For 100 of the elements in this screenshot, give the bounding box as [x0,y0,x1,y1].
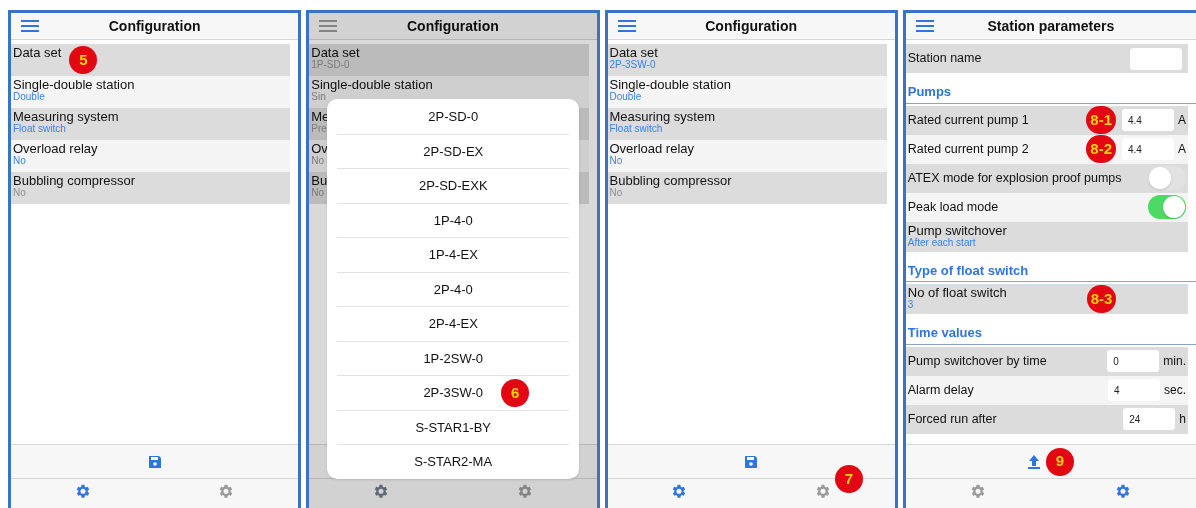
screen-title: Configuration [407,16,499,36]
dropdown-option[interactable]: 2P-3SW-0 [423,383,484,403]
row-label: Bubbling compressor [13,174,136,187]
callout-badge: 7 [834,465,863,493]
row-value: No [311,156,326,166]
gear-icon[interactable] [516,484,533,500]
gear-icon[interactable] [1115,484,1132,500]
row-label: Single-double station [13,78,135,91]
row-label: Pump switchover [907,223,1007,237]
menu-icon[interactable] [617,18,636,34]
menu-icon[interactable] [21,18,39,34]
row-value: No [13,188,26,198]
row-value: Float switch [609,124,663,134]
row-value: Float switch [13,124,66,134]
settings-row[interactable]: Overload relay No [11,140,291,172]
settings-row[interactable]: Measuring system Float switch [11,108,291,140]
callout-badge: 6 [501,379,530,407]
dropdown-option[interactable]: 2P-4-0 [433,279,473,299]
row-value: Double [609,92,642,102]
settings-row[interactable]: Single-double station Double [11,76,291,108]
row-value: Sin [311,92,326,102]
gear-icon[interactable] [218,484,235,500]
row-label: Bubbling compressor [609,174,732,187]
save-icon[interactable] [147,454,162,469]
row-label: Data set [609,46,658,59]
toggle-switch[interactable] [1148,166,1186,190]
section-heading: Time values [905,323,1196,345]
toggle-switch[interactable] [1148,195,1186,219]
screen-title: Station parameters [987,16,1115,36]
gear-icon[interactable] [74,484,91,500]
settings-row[interactable]: Measuring system Float switch [607,108,887,140]
dropdown-option[interactable]: 1P-4-EX [428,245,478,265]
callout-badge: 8-1 [1086,106,1116,134]
gear-icon[interactable] [671,484,688,500]
unit-label: sec. [1164,382,1186,399]
dropdown-option[interactable]: 1P-4-0 [433,210,473,230]
row-label: Rated current pump 2 [907,140,1030,158]
settings-row[interactable]: Data set 5 [11,44,291,76]
row-value: 2P-3SW-0 [609,60,657,70]
row-value: 3 [907,300,915,310]
screen-title: Configuration [705,16,797,36]
row-label: Station name [907,50,983,68]
dropdown-option[interactable]: 2P-SD-EX [423,141,484,161]
menu-icon[interactable] [915,18,934,34]
row-label: Bu [311,174,328,187]
screen-title: Configuration [108,16,201,36]
input-field[interactable]: 0 [1107,350,1160,372]
callout-badge: 8-3 [1086,285,1117,313]
row-label: Data set [311,46,360,59]
settings-row[interactable]: Overload relay No [607,140,887,172]
unit-label: A [1178,141,1186,158]
row-label: Rated current pump 1 [907,111,1030,129]
dropdown-option[interactable]: 2P-SD-EXK [418,176,488,196]
gear-icon[interactable] [373,484,390,500]
row-label: Peak load mode [907,198,1000,216]
row-label: Measuring system [609,110,715,123]
input-field[interactable]: 4.4 [1122,109,1174,131]
row-label: Overload relay [609,142,695,155]
row-label: Data set [13,46,62,59]
dropdown-option[interactable]: S-STAR2-MA [414,452,493,472]
unit-label: min. [1163,353,1186,370]
menu-icon[interactable] [319,18,338,34]
dropdown-option[interactable]: 1P-2SW-0 [423,348,484,368]
input-field[interactable]: 4 [1108,379,1160,401]
upload-icon[interactable] [1027,454,1040,469]
row-value: Pre [311,124,328,134]
row-value: No [311,188,326,198]
row-label: ATEX mode for explosion proof pumps [907,169,1123,187]
unit-label: A [1178,112,1186,129]
row-label: Ov [311,142,328,155]
section-heading: Pumps [905,82,1196,104]
callout-badge: 5 [69,46,98,74]
row-value: Double [13,92,45,102]
settings-row[interactable]: Pump switchover After each start [905,221,1188,252]
row-value: No [609,156,624,166]
row-label: Single-double station [311,78,433,91]
settings-row[interactable]: Data set 2P-3SW-0 [607,44,887,76]
settings-row[interactable]: Single-double station Double [607,76,887,108]
row-label: Single-double station [609,78,731,91]
unit-label: h [1179,411,1186,428]
row-value: No [609,188,623,198]
row-label: No of float switch [907,286,1007,299]
dropdown-option[interactable]: S-STAR1-BY [415,417,492,437]
dropdown-option[interactable]: 2P-4-EX [428,314,478,334]
row-label: Measuring system [13,110,119,123]
save-icon[interactable] [744,454,759,469]
settings-row[interactable]: Data set 1P-SD-0 [309,44,589,76]
gear-icon[interactable] [814,484,831,500]
row-value: After each start [907,237,977,248]
input-field[interactable]: 24 [1123,408,1176,430]
settings-row[interactable]: No of float switch 3 8-3 [905,284,1188,314]
input-field[interactable] [1130,47,1182,70]
row-value: No [13,156,27,166]
row-label: Alarm delay [907,381,975,399]
dropdown-option[interactable]: 2P-SD-0 [428,106,479,126]
gear-icon[interactable] [970,484,987,500]
row-value: 1P-SD-0 [311,60,351,70]
callout-badge: 9 [1045,447,1074,476]
callout-badge: 8-2 [1086,135,1116,163]
input-field[interactable]: 4.4 [1122,138,1174,160]
